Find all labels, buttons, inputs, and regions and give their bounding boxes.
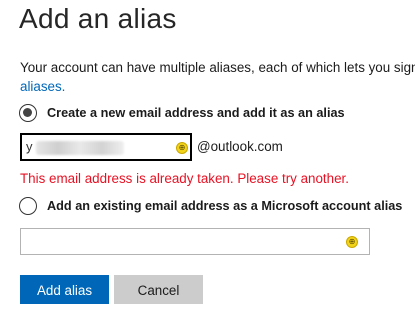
error-message: This email address is already taken. Ple… — [20, 171, 349, 186]
description-text: Your account can have multiple aliases, … — [20, 60, 415, 75]
add-alias-page: Add an alias Your account can have multi… — [0, 0, 415, 323]
autofill-key-icon[interactable]: ⊕ — [346, 236, 358, 248]
new-email-value: y — [26, 139, 33, 154]
cancel-button[interactable]: Cancel — [114, 275, 203, 304]
page-description: Your account can have multiple aliases, … — [20, 58, 415, 96]
add-alias-button[interactable]: Add alias — [20, 275, 109, 304]
existing-email-input[interactable]: ⊕ — [20, 228, 370, 255]
radio-new-email[interactable] — [19, 104, 37, 122]
aliases-link[interactable]: aliases. — [20, 79, 65, 94]
option-existing-email[interactable]: Add an existing email address as a Micro… — [19, 197, 402, 215]
new-email-input[interactable]: y ⊕ — [20, 133, 192, 161]
redacted-text — [36, 141, 124, 155]
page-title: Add an alias — [19, 3, 177, 34]
option-existing-email-label: Add an existing email address as a Micro… — [47, 199, 403, 213]
autofill-key-icon[interactable]: ⊕ — [176, 142, 188, 154]
radio-existing-email[interactable] — [19, 197, 37, 215]
option-new-email-label: Create a new email address and add it as… — [47, 106, 345, 120]
email-domain: @outlook.com — [197, 139, 283, 154]
option-new-email[interactable]: Create a new email address and add it as… — [19, 104, 345, 122]
